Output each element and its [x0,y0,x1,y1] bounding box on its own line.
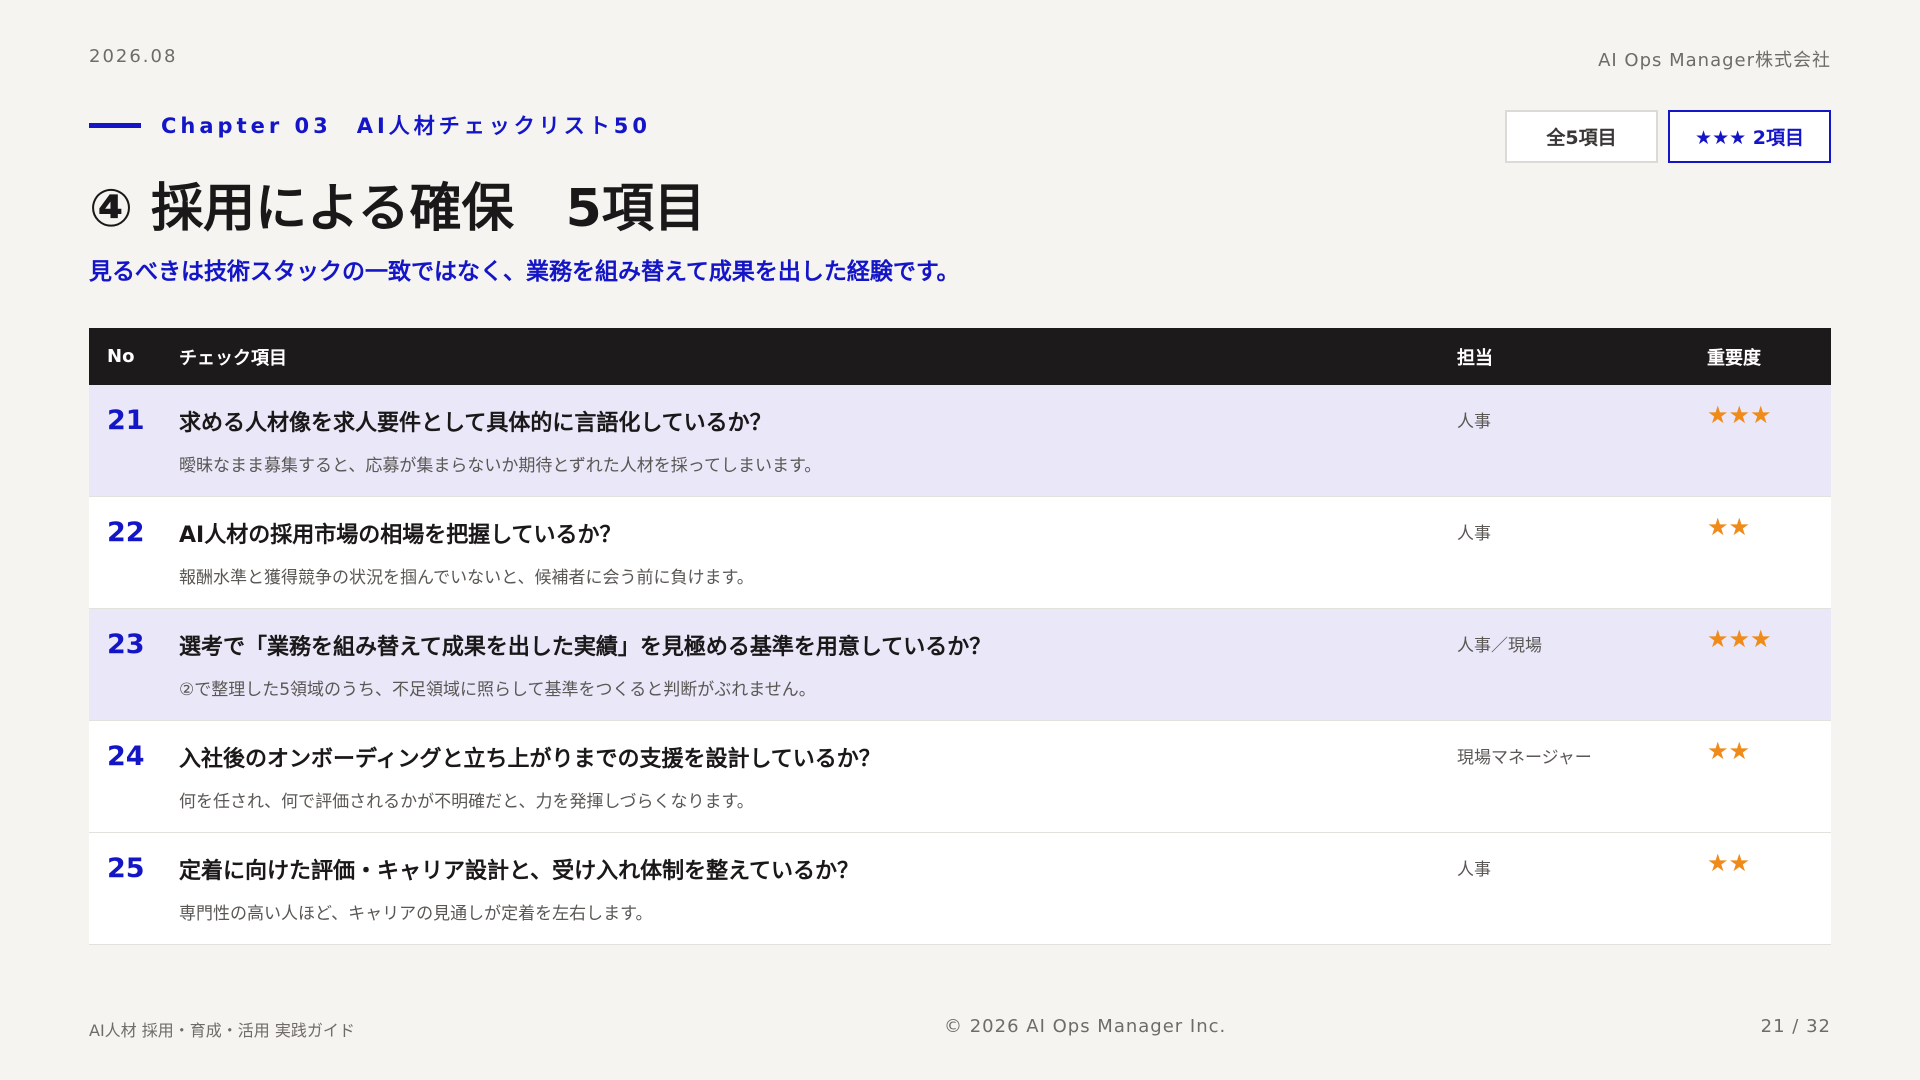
row-description: 専門性の高い人ほど、キャリアの見通しが定着を左右します。 [179,904,653,924]
row-owner: 人事 [1457,412,1491,432]
footer-copyright: © 2026 AI Ops Manager Inc. [944,1016,1227,1037]
summary-badges: 全5項目 ★★★ 2項目 [1505,110,1831,163]
top-priority-badge: ★★★ 2項目 [1668,110,1831,163]
document-date: 2026.08 [89,46,178,67]
row-title: AI人材の採用市場の相場を把握しているか？ [179,523,622,548]
row-owner: 人事 [1457,524,1491,544]
row-title: 選考で「業務を組み替えて成果を出した実績」を見極める基準を用意しているか？ [179,635,992,660]
row-title: 定着に向けた評価・キャリア設計と、受け入れ体制を整えているか？ [179,859,860,884]
row-number: 22 [107,517,145,548]
row-number: 23 [107,629,145,660]
footer-guide-title: AI人材 採用・育成・活用 実践ガイド [89,1021,355,1040]
row-importance-stars: ★★ [1707,849,1751,877]
row-number: 21 [107,405,145,436]
chapter-heading: Chapter 03 AI人材チェックリスト50 [89,110,651,140]
row-number: 25 [107,853,145,884]
row-number: 24 [107,741,145,772]
row-item: 選考で「業務を組み替えて成果を出した実績」を見極める基準を用意しているか？ ②で… [179,609,1457,700]
checklist-table: No チェック項目 担当 重要度 21 求める人材像を求人要件として具体的に言語… [89,328,1831,945]
row-description: 何を任され、何で評価されるかが不明確だと、力を発揮しづらくなります。 [179,792,754,812]
row-item: 入社後のオンボーディングと立ち上がりまでの支援を設計しているか？ 何を任され、何… [179,721,1457,812]
row-item: AI人材の採用市場の相場を把握しているか？ 報酬水準と獲得競争の状況を掴んでいな… [179,497,1457,588]
header-no: No [107,346,135,367]
row-importance-stars: ★★ [1707,513,1751,541]
row-importance-stars: ★★ [1707,737,1751,765]
table-header: No チェック項目 担当 重要度 [89,328,1831,385]
row-importance-stars: ★★★ [1707,625,1772,653]
row-owner: 人事／現場 [1457,636,1542,656]
table-row: 24 入社後のオンボーディングと立ち上がりまでの支援を設計しているか？ 何を任さ… [89,721,1831,833]
row-description: 曖昧なまま募集すると、応募が集まらないか期待とずれた人材を採ってしまいます。 [179,456,822,476]
row-item: 求める人材像を求人要件として具体的に言語化しているか？ 曖昧なまま募集すると、応… [179,385,1457,476]
total-items-badge: 全5項目 [1505,110,1658,163]
row-description: ②で整理した5領域のうち、不足領域に照らして基準をつくると判断がぶれません。 [179,680,816,700]
row-owner: 現場マネージャー [1457,748,1592,768]
table-row: 22 AI人材の採用市場の相場を把握しているか？ 報酬水準と獲得競争の状況を掴ん… [89,497,1831,609]
table-row: 23 選考で「業務を組み替えて成果を出した実績」を見極める基準を用意しているか？… [89,609,1831,721]
row-title: 入社後のオンボーディングと立ち上がりまでの支援を設計しているか？ [179,747,881,772]
header-owner: 担当 [1457,347,1493,369]
header-item: チェック項目 [179,347,287,369]
chapter-label: Chapter 03 AI人材チェックリスト50 [161,114,652,138]
company-name: AI Ops Manager株式会社 [1598,50,1831,71]
row-item: 定着に向けた評価・キャリア設計と、受け入れ体制を整えているか？ 専門性の高い人ほ… [179,833,1457,924]
table-row: 21 求める人材像を求人要件として具体的に言語化しているか？ 曖昧なまま募集する… [89,385,1831,497]
row-title: 求める人材像を求人要件として具体的に言語化しているか？ [179,411,772,436]
page-number: 21 / 32 [1760,1016,1831,1037]
table-row: 25 定着に向けた評価・キャリア設計と、受け入れ体制を整えているか？ 専門性の高… [89,833,1831,945]
row-owner: 人事 [1457,860,1491,880]
page-title: ④ 採用による確保 5項目 [89,179,706,239]
page-subtitle: 見るべきは技術スタックの一致ではなく、業務を組み替えて成果を出した経験です。 [89,259,960,285]
row-description: 報酬水準と獲得競争の状況を掴んでいないと、候補者に会う前に負けます。 [179,568,754,588]
header-importance: 重要度 [1707,347,1761,369]
row-importance-stars: ★★★ [1707,401,1772,429]
chapter-accent-bar [89,122,141,128]
